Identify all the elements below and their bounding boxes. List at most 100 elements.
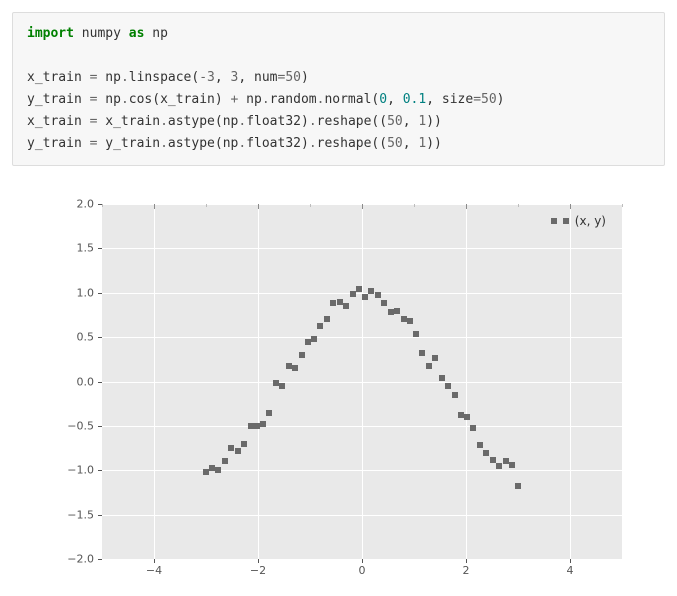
code-text: reshape(( bbox=[317, 114, 387, 129]
x-tick-label: −2 bbox=[250, 564, 266, 577]
y-tick-label: −2.0 bbox=[52, 553, 94, 566]
keyword-import: import bbox=[27, 26, 74, 41]
code-text: x_train bbox=[97, 114, 160, 129]
code-text: , bbox=[403, 114, 419, 129]
code-text: , bbox=[387, 92, 403, 107]
data-point bbox=[305, 339, 311, 345]
legend-marker-icon bbox=[563, 218, 569, 224]
code-text: np bbox=[97, 70, 120, 85]
code-text: ) bbox=[497, 92, 505, 107]
operator: . bbox=[160, 114, 168, 129]
keyword-as: as bbox=[129, 26, 145, 41]
data-point bbox=[286, 363, 292, 369]
x-tick-label: 4 bbox=[567, 564, 574, 577]
operator: . bbox=[160, 136, 168, 151]
data-point bbox=[311, 336, 317, 342]
data-point bbox=[324, 316, 330, 322]
code-text: y_train bbox=[27, 92, 90, 107]
code-text: astype(np bbox=[168, 136, 238, 151]
data-point bbox=[362, 294, 368, 300]
code-text: , bbox=[403, 136, 419, 151]
code-text: )) bbox=[426, 114, 442, 129]
data-point bbox=[477, 442, 483, 448]
code-text: x_train bbox=[27, 114, 90, 129]
data-point bbox=[248, 423, 254, 429]
code-text: np bbox=[97, 92, 120, 107]
data-point bbox=[260, 421, 266, 427]
number: 50 bbox=[481, 92, 497, 107]
data-point bbox=[235, 448, 241, 454]
module-numpy: numpy bbox=[82, 26, 121, 41]
data-point bbox=[381, 300, 387, 306]
data-point bbox=[343, 303, 349, 309]
code-text: ) bbox=[301, 70, 309, 85]
plot-area: (x, y) bbox=[102, 204, 622, 559]
data-point bbox=[464, 414, 470, 420]
code-text: y_train bbox=[27, 136, 90, 151]
number: -3 bbox=[199, 70, 215, 85]
code-text: float32) bbox=[246, 114, 309, 129]
code-text: reshape(( bbox=[317, 136, 387, 151]
legend-marker-icon bbox=[551, 218, 557, 224]
code-text: , bbox=[215, 70, 231, 85]
data-point bbox=[483, 450, 489, 456]
data-point bbox=[337, 299, 343, 305]
chart-legend: (x, y) bbox=[543, 210, 616, 232]
data-point bbox=[241, 441, 247, 447]
code-text: linspace( bbox=[129, 70, 199, 85]
data-point bbox=[222, 458, 228, 464]
operator: . bbox=[309, 114, 317, 129]
data-point bbox=[407, 318, 413, 324]
data-point bbox=[432, 355, 438, 361]
data-point bbox=[394, 308, 400, 314]
number: 50 bbox=[387, 114, 403, 129]
y-tick-label: −1.5 bbox=[52, 508, 94, 521]
data-point bbox=[445, 383, 451, 389]
data-point bbox=[266, 410, 272, 416]
number: 50 bbox=[387, 136, 403, 151]
data-point bbox=[279, 383, 285, 389]
data-point bbox=[470, 425, 476, 431]
data-point bbox=[509, 462, 515, 468]
x-tick-label: 2 bbox=[463, 564, 470, 577]
data-point bbox=[452, 392, 458, 398]
data-point bbox=[228, 445, 234, 451]
code-text: float32) bbox=[246, 136, 309, 151]
data-point bbox=[426, 363, 432, 369]
y-tick-label: −1.0 bbox=[52, 464, 94, 477]
alias-np: np bbox=[152, 26, 168, 41]
data-point bbox=[458, 412, 464, 418]
y-tick-label: −0.5 bbox=[52, 419, 94, 432]
code-text: , num bbox=[238, 70, 277, 85]
code-text: )) bbox=[426, 136, 442, 151]
number: 0.1 bbox=[403, 92, 426, 107]
y-tick-label: 2.0 bbox=[52, 198, 94, 211]
data-point bbox=[503, 458, 509, 464]
data-point bbox=[330, 300, 336, 306]
operator: . bbox=[121, 70, 129, 85]
data-point bbox=[292, 365, 298, 371]
scatter-chart: (x, y) 2.01.51.00.50.0−0.5−1.0−1.5−2.0−4… bbox=[44, 204, 665, 584]
operator: . bbox=[309, 136, 317, 151]
data-point bbox=[413, 331, 419, 337]
code-text: astype(np bbox=[168, 114, 238, 129]
code-text: cos(x_train) bbox=[129, 92, 231, 107]
y-tick-label: 0.0 bbox=[52, 375, 94, 388]
data-point bbox=[350, 291, 356, 297]
data-point bbox=[215, 467, 221, 473]
code-text: random bbox=[270, 92, 317, 107]
operator: . bbox=[238, 136, 246, 151]
legend-label: (x, y) bbox=[575, 214, 606, 228]
number: 0 bbox=[379, 92, 387, 107]
code-text: , size bbox=[426, 92, 473, 107]
data-point bbox=[496, 463, 502, 469]
data-point bbox=[368, 288, 374, 294]
y-tick-label: 0.5 bbox=[52, 331, 94, 344]
y-tick-label: 1.0 bbox=[52, 286, 94, 299]
code-text: normal( bbox=[324, 92, 379, 107]
data-point bbox=[439, 375, 445, 381]
y-tick-label: 1.5 bbox=[52, 242, 94, 255]
data-point bbox=[273, 380, 279, 386]
code-text: np bbox=[238, 92, 261, 107]
code-text: y_train bbox=[97, 136, 160, 151]
